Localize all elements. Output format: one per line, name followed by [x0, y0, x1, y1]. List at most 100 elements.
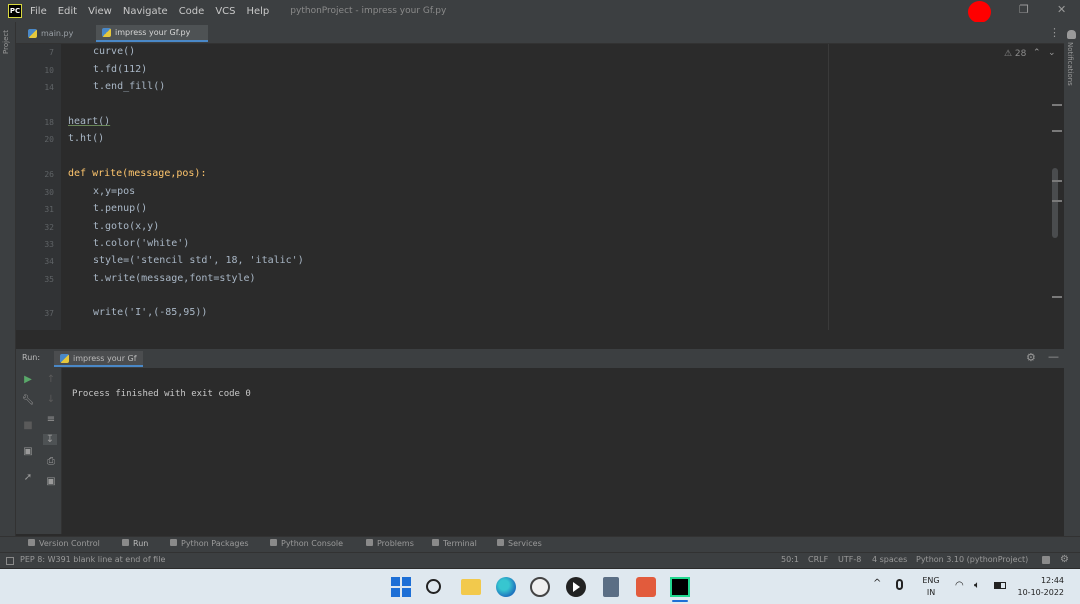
volume-icon[interactable]: 🔈︎: [974, 580, 980, 591]
services-icon: [497, 539, 504, 546]
version-control-icon: [28, 539, 35, 546]
line-number: 30: [44, 188, 54, 197]
code-line: t.write(message,font=style): [93, 273, 256, 284]
edge-browser-icon[interactable]: [496, 577, 516, 597]
tab-label: main.py: [41, 29, 74, 38]
error-stripe-mark[interactable]: [1052, 180, 1062, 182]
menu-edit[interactable]: Edit: [58, 6, 77, 17]
battery-icon[interactable]: [994, 582, 1006, 589]
magnifier-app-icon[interactable]: [530, 577, 550, 597]
tab-impress-your-gf-py[interactable]: impress your Gf.py: [96, 25, 208, 42]
right-margin-guide: [828, 44, 829, 330]
pin-tab-icon[interactable]: ➚: [21, 472, 35, 483]
search-icon[interactable]: [426, 579, 441, 594]
right-tool-stripe: [1064, 22, 1080, 540]
settings-gear-icon[interactable]: ⚙: [1026, 351, 1036, 364]
caret-position[interactable]: 50:1: [781, 555, 799, 564]
microphone-icon[interactable]: [896, 579, 903, 590]
inspection-warnings-count[interactable]: ⚠ 28: [1004, 49, 1026, 59]
restore-layout-icon[interactable]: ▣: [21, 446, 35, 457]
editor-tab-bar: main.py impress your Gf.py: [16, 22, 1064, 44]
tool-label: Problems: [377, 539, 414, 548]
file-explorer-icon[interactable]: [461, 579, 481, 595]
python-console-icon: [270, 539, 277, 546]
input-language-indicator[interactable]: ENG IN: [918, 575, 944, 599]
language-region: IN: [926, 588, 936, 597]
tool-python-console[interactable]: Python Console: [270, 539, 343, 548]
previous-highlight-chevron-icon[interactable]: ⌃: [1033, 48, 1041, 58]
screen-recorder-icon[interactable]: [636, 577, 656, 597]
run-configuration-tab[interactable]: impress your Gf: [54, 351, 143, 367]
line-number: 32: [44, 223, 54, 232]
status-message[interactable]: PEP 8: W391 blank line at end of file: [20, 555, 165, 564]
tool-services[interactable]: Services: [497, 539, 542, 548]
media-player-icon[interactable]: [566, 577, 586, 597]
hide-panel-icon[interactable]: —: [1048, 350, 1059, 363]
code-line: heart(): [68, 116, 111, 127]
status-bar: PEP 8: W391 blank line at end of file 50…: [0, 552, 1080, 568]
scroll-down-icon[interactable]: ↓: [44, 394, 58, 405]
notifications-tool-button[interactable]: Notifications: [1066, 42, 1074, 86]
run-panel-header: Run: impress your Gf ⚙ —: [16, 348, 1064, 368]
error-stripe-mark[interactable]: [1052, 200, 1062, 202]
print-icon[interactable]: ⎙: [44, 456, 58, 467]
clock-date: 10-10-2022: [1017, 588, 1065, 597]
file-encoding[interactable]: UTF-8: [838, 555, 861, 564]
rerun-icon[interactable]: ▶: [21, 374, 35, 385]
project-tool-button[interactable]: Project: [2, 30, 10, 54]
code-line: t.penup(): [93, 203, 148, 214]
system-clock[interactable]: 12:44 10-10-2022: [1016, 575, 1065, 599]
tool-python-packages[interactable]: Python Packages: [170, 539, 249, 548]
line-number: 34: [44, 257, 54, 266]
tab-main-py[interactable]: main.py: [22, 25, 79, 42]
code-line: t.ht(): [68, 133, 105, 144]
read-only-lock-icon[interactable]: [1042, 556, 1050, 564]
tool-version-control[interactable]: Version Control: [28, 539, 100, 548]
menu-navigate[interactable]: Navigate: [123, 6, 168, 17]
run-console[interactable]: Process finished with exit code 0: [62, 368, 1064, 534]
indent-setting[interactable]: 4 spaces: [872, 555, 907, 564]
run-tab-label: impress your Gf: [73, 353, 137, 363]
line-number: 7: [49, 48, 54, 57]
stop-icon[interactable]: ■: [21, 420, 35, 431]
clear-all-trash-icon[interactable]: ▣: [44, 476, 58, 487]
next-highlight-chevron-icon[interactable]: ⌄: [1048, 48, 1056, 58]
run-toolbar-secondary: ↑ ↓ ≡ ↧ ⎙ ▣: [40, 368, 62, 534]
menu-help[interactable]: Help: [246, 6, 269, 17]
calculator-icon[interactable]: [603, 577, 619, 597]
edit-configuration-wrench-icon[interactable]: 🔧︎: [21, 395, 35, 406]
packages-icon: [170, 539, 177, 546]
code-editor[interactable]: curve() t.fd(112) t.end_fill() heart() t…: [61, 44, 1064, 330]
line-number: 18: [44, 118, 54, 127]
error-stripe-mark[interactable]: [1052, 296, 1062, 298]
toggle-tool-windows-icon[interactable]: [6, 557, 14, 565]
error-stripe-mark[interactable]: [1052, 104, 1062, 106]
menu-code[interactable]: Code: [179, 6, 205, 17]
python-file-icon: [102, 28, 111, 37]
menu-vcs[interactable]: VCS: [215, 6, 235, 17]
scroll-up-icon[interactable]: ↑: [44, 374, 58, 385]
line-separator[interactable]: CRLF: [808, 555, 828, 564]
soft-wrap-icon[interactable]: ≡: [44, 414, 58, 425]
code-line: def write(message,pos):: [68, 168, 207, 179]
scroll-to-end-icon[interactable]: ↧: [43, 434, 57, 445]
menu-view[interactable]: View: [88, 6, 112, 17]
tool-label: Version Control: [39, 539, 100, 548]
settings-gear-icon[interactable]: ⚙: [1060, 554, 1069, 565]
restore-window-button[interactable]: ❐: [1019, 3, 1029, 16]
tool-run[interactable]: Run: [122, 539, 148, 548]
tool-problems[interactable]: Problems: [366, 539, 414, 548]
python-interpreter[interactable]: Python 3.10 (pythonProject): [916, 555, 1028, 564]
windows-start-icon[interactable]: [391, 577, 411, 597]
close-window-button[interactable]: ✕: [1057, 3, 1066, 16]
menu-file[interactable]: File: [30, 6, 47, 17]
more-options-icon[interactable]: ⋮: [1049, 26, 1060, 39]
tool-terminal[interactable]: Terminal: [432, 539, 477, 548]
show-hidden-icons-chevron-icon[interactable]: ^: [873, 578, 881, 589]
wifi-icon[interactable]: ◠: [955, 580, 964, 591]
editor-scrollbar[interactable]: [1052, 168, 1058, 238]
error-stripe-mark[interactable]: [1052, 130, 1062, 132]
notifications-bell-icon[interactable]: [1067, 30, 1076, 39]
pycharm-taskbar-icon[interactable]: [670, 577, 690, 597]
code-line: x,y=pos: [93, 186, 136, 197]
